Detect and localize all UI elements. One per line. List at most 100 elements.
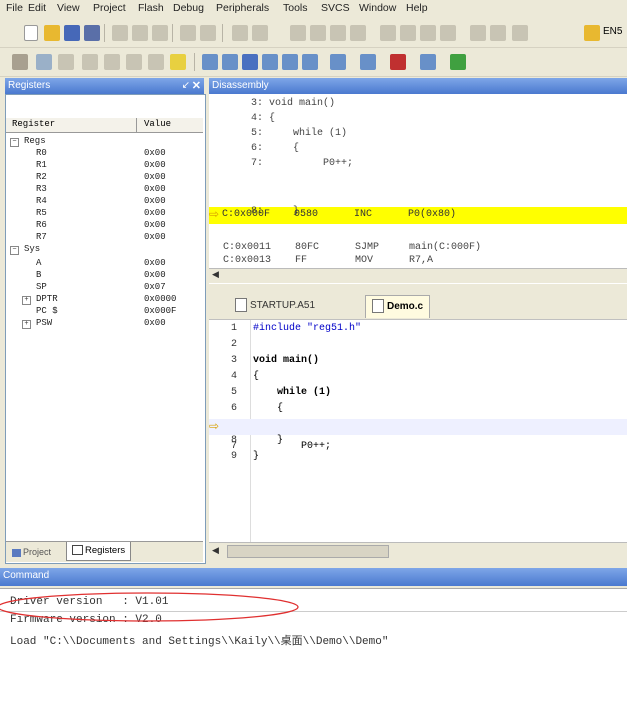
- analysis-window-icon[interactable]: [390, 54, 406, 70]
- code-line[interactable]: 3 void main(): [209, 355, 627, 371]
- nav-forward-icon[interactable]: [252, 25, 268, 41]
- cut-icon[interactable]: [112, 25, 128, 41]
- stop-icon[interactable]: [58, 54, 74, 70]
- disasm-line[interactable]: 5: while (1): [209, 128, 627, 143]
- disasm-line[interactable]: 3: void main(): [209, 98, 627, 113]
- incremental-find-icon[interactable]: [512, 25, 528, 41]
- register-group-regs[interactable]: − Regs: [6, 136, 203, 148]
- register-value[interactable]: 0x00: [144, 196, 166, 206]
- copy-icon[interactable]: [132, 25, 148, 41]
- command-window-icon[interactable]: [202, 54, 218, 70]
- code-line[interactable]: 9}: [209, 451, 627, 467]
- undo-icon[interactable]: [180, 25, 196, 41]
- uncomment-icon[interactable]: [440, 25, 456, 41]
- bookmark-icon[interactable]: [290, 25, 306, 41]
- menu-project[interactable]: Project: [93, 2, 126, 14]
- register-row-r7[interactable]: R7 0x00: [6, 232, 203, 244]
- register-value[interactable]: 0x00: [144, 318, 166, 328]
- menu-tools[interactable]: Tools: [283, 2, 308, 14]
- register-value[interactable]: 0x000F: [144, 306, 176, 316]
- menu-help[interactable]: Help: [406, 2, 428, 14]
- column-divider[interactable]: [136, 118, 137, 132]
- register-row-r2[interactable]: R2 0x00: [6, 172, 203, 184]
- register-value[interactable]: 0x00: [144, 148, 166, 158]
- register-value[interactable]: 0x07: [144, 282, 166, 292]
- serial-window-icon[interactable]: [360, 54, 376, 70]
- register-row-psw[interactable]: + PSW 0x00: [6, 318, 203, 330]
- disasm-hscrollbar[interactable]: ◀: [209, 268, 627, 283]
- show-next-statement-icon[interactable]: [170, 54, 186, 70]
- register-row-r6[interactable]: R6 0x00: [6, 220, 203, 232]
- column-register[interactable]: Register: [12, 119, 55, 129]
- menu-debug[interactable]: Debug: [173, 2, 204, 14]
- editor-hscrollbar[interactable]: ◀: [209, 542, 627, 559]
- register-value[interactable]: 0x00: [144, 220, 166, 230]
- run-to-cursor-icon[interactable]: [148, 54, 164, 70]
- code-line[interactable]: 4{: [209, 371, 627, 387]
- tab-registers[interactable]: Registers: [66, 542, 132, 561]
- nav-back-icon[interactable]: [232, 25, 248, 41]
- register-value[interactable]: 0x00: [144, 184, 166, 194]
- code-line[interactable]: 1 #include "reg51.h": [209, 323, 627, 339]
- save-all-icon[interactable]: [84, 25, 100, 41]
- register-value[interactable]: 0x00: [144, 160, 166, 170]
- menu-window[interactable]: Window: [359, 2, 396, 14]
- disasm-line[interactable]: C:0x0013 FF MOV R7,A: [223, 255, 627, 265]
- code-line[interactable]: 8 }: [209, 435, 627, 451]
- symbols-window-icon[interactable]: [242, 54, 258, 70]
- open-folder-icon[interactable]: [44, 25, 60, 41]
- target-options-icon[interactable]: [584, 25, 600, 41]
- register-row-r0[interactable]: R0 0x00: [6, 148, 203, 160]
- code-line[interactable]: 2: [209, 339, 627, 355]
- column-value[interactable]: Value: [144, 119, 171, 129]
- new-file-icon[interactable]: [24, 25, 38, 41]
- indent-icon[interactable]: [380, 25, 396, 41]
- save-icon[interactable]: [64, 25, 80, 41]
- find-in-files-icon[interactable]: [490, 25, 506, 41]
- register-row-r5[interactable]: R5 0x00: [6, 208, 203, 220]
- run-icon[interactable]: [36, 54, 52, 70]
- comment-icon[interactable]: [420, 25, 436, 41]
- menu-peripherals[interactable]: Peripherals: [216, 2, 269, 14]
- scroll-left-icon[interactable]: ◀: [212, 269, 219, 280]
- menu-file[interactable]: File: [6, 2, 23, 14]
- paste-icon[interactable]: [152, 25, 168, 41]
- code-editor[interactable]: 1 #include "reg51.h" 2 3 void main() 4{ 5 …: [209, 320, 627, 542]
- call-stack-icon[interactable]: [282, 54, 298, 70]
- register-row-pc[interactable]: PC $ 0x000F: [6, 306, 203, 318]
- register-value[interactable]: 0x00: [144, 232, 166, 242]
- step-over-icon[interactable]: [104, 54, 120, 70]
- register-row-sp[interactable]: SP 0x07: [6, 282, 203, 294]
- find-icon[interactable]: [470, 25, 486, 41]
- tab-project[interactable]: Project: [8, 544, 55, 560]
- disassembly-window-icon[interactable]: [222, 54, 238, 70]
- prev-bookmark-icon[interactable]: [310, 25, 326, 41]
- pin-icon[interactable]: ↙: [182, 78, 190, 94]
- register-value[interactable]: 0x00: [144, 208, 166, 218]
- disasm-line[interactable]: 4: {: [209, 113, 627, 128]
- disasm-line[interactable]: 6: {: [209, 143, 627, 158]
- tab-startup-a51[interactable]: STARTUP.A51: [229, 295, 321, 317]
- menu-edit[interactable]: Edit: [28, 2, 46, 14]
- scroll-left-icon[interactable]: ◀: [212, 545, 219, 556]
- next-bookmark-icon[interactable]: [330, 25, 346, 41]
- expand-icon[interactable]: +: [22, 320, 31, 329]
- reset-cpu-icon[interactable]: [12, 54, 28, 70]
- register-row-a[interactable]: A 0x00: [6, 258, 203, 270]
- register-value[interactable]: 0x0000: [144, 294, 176, 304]
- scroll-thumb[interactable]: [227, 545, 389, 558]
- step-into-icon[interactable]: [82, 54, 98, 70]
- tab-demo-c[interactable]: Demo.c: [365, 295, 431, 318]
- register-value[interactable]: 0x00: [144, 172, 166, 182]
- disasm-line[interactable]: 7: P0++;: [209, 158, 627, 173]
- registers-window-icon[interactable]: [262, 54, 278, 70]
- expand-icon[interactable]: +: [22, 296, 31, 305]
- menu-view[interactable]: View: [57, 2, 80, 14]
- clear-bookmarks-icon[interactable]: [350, 25, 366, 41]
- menu-svcs[interactable]: SVCS: [321, 2, 350, 14]
- collapse-icon[interactable]: −: [10, 246, 19, 255]
- register-row-dptr[interactable]: + DPTR 0x0000: [6, 294, 203, 306]
- redo-icon[interactable]: [200, 25, 216, 41]
- register-row-r4[interactable]: R4 0x00: [6, 196, 203, 208]
- close-icon[interactable]: ✕: [192, 78, 201, 94]
